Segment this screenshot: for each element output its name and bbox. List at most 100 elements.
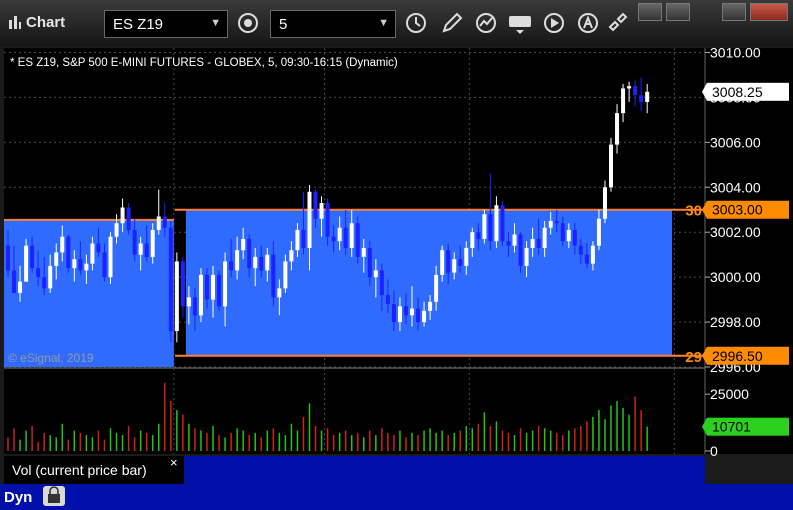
- candle-body: [331, 236, 336, 242]
- candle-body: [596, 218, 601, 246]
- candle-body: [385, 295, 390, 305]
- candle-body: [584, 254, 589, 264]
- candle-body: [621, 88, 626, 114]
- chart-area[interactable]: 3010.003008.003006.003004.003002.003000.…: [0, 46, 793, 510]
- candle-body: [96, 243, 101, 253]
- candle-body: [211, 274, 216, 300]
- play-icon[interactable]: [542, 10, 566, 36]
- candle-body: [108, 236, 113, 278]
- candle-body: [633, 86, 638, 96]
- candle-body: [156, 216, 161, 230]
- candle-body: [464, 247, 469, 266]
- candle-body: [180, 261, 185, 307]
- candle-body: [168, 227, 173, 332]
- candle-body: [440, 250, 445, 275]
- candle-body: [18, 281, 23, 293]
- candle-body: [325, 203, 330, 237]
- study-panel-strip: [184, 456, 705, 484]
- candle-body: [578, 245, 583, 255]
- candle-body: [162, 216, 167, 228]
- candle-body: [452, 259, 457, 273]
- candle-body: [367, 247, 372, 278]
- restore-icon[interactable]: [638, 3, 662, 21]
- candle-body: [554, 220, 559, 224]
- candle-body: [391, 304, 396, 323]
- bottom-bar: [0, 484, 793, 510]
- candle-body: [78, 259, 83, 271]
- candle-body: [397, 306, 402, 323]
- candle-body: [476, 232, 481, 239]
- zone-lower-tag-short: 29: [685, 349, 702, 366]
- interval-selector[interactable]: 5 ▼: [270, 10, 396, 38]
- last-price-tag-label: 3008.25: [712, 84, 763, 100]
- candle-body: [204, 274, 209, 300]
- candle-body: [289, 250, 294, 262]
- candle-body: [349, 223, 354, 248]
- candle-body: [566, 229, 571, 242]
- candle-body: [572, 229, 577, 246]
- zone-lower-tag-label: 2996.50: [712, 348, 763, 364]
- candle-body: [500, 205, 505, 242]
- link-icon[interactable]: [606, 10, 630, 36]
- candle-body: [446, 250, 451, 273]
- candle-body: [144, 243, 149, 257]
- candle-body: [361, 247, 366, 257]
- price-tick-label: 3004.00: [710, 179, 761, 195]
- candle-body: [506, 241, 511, 246]
- candle-body: [259, 256, 264, 271]
- chart-line-icon[interactable]: [474, 10, 498, 36]
- candle-body: [30, 245, 35, 269]
- candle-body: [198, 274, 203, 316]
- candle-body: [217, 274, 222, 307]
- candle-body: [403, 306, 408, 316]
- candle-body: [494, 205, 499, 242]
- candle-body: [48, 265, 53, 289]
- candle-body: [301, 229, 306, 248]
- candle-body: [295, 229, 300, 251]
- candle-body: [229, 261, 234, 271]
- candle-body: [373, 270, 378, 278]
- candle-body: [277, 288, 282, 298]
- candle-body: [512, 234, 517, 246]
- price-tick-label: 3000.00: [710, 269, 761, 285]
- candle-body: [530, 238, 535, 248]
- candle-body: [192, 297, 197, 316]
- candle-body: [542, 227, 547, 248]
- candle-body: [174, 261, 179, 332]
- alert-icon[interactable]: [576, 10, 600, 36]
- price-tick-label: 3010.00: [710, 46, 761, 60]
- candle-body: [253, 256, 258, 269]
- clock-icon[interactable]: [404, 10, 428, 36]
- volume-pane[interactable]: [4, 369, 705, 454]
- maximize-icon[interactable]: [722, 3, 746, 21]
- price-tick-label: 3006.00: [710, 134, 761, 150]
- get-data-icon[interactable]: [508, 10, 532, 36]
- candle-body: [313, 191, 318, 219]
- candle-body: [24, 245, 29, 282]
- candle-body: [120, 207, 125, 224]
- candle-body: [235, 250, 240, 271]
- chevron-down-icon: ▼: [378, 17, 389, 29]
- symbol-selector[interactable]: ES Z19 ▼: [104, 10, 228, 38]
- candle-body: [379, 270, 384, 296]
- candle-body: [609, 144, 613, 188]
- candle-body: [434, 274, 439, 302]
- candle-body: [337, 227, 342, 242]
- candle-body: [84, 263, 89, 271]
- candle-body: [536, 238, 541, 248]
- candle-body: [60, 236, 65, 253]
- minimize-icon[interactable]: [666, 3, 690, 21]
- volume-tick-label: 0: [710, 443, 718, 459]
- volume-tick-label: 25000: [710, 386, 749, 402]
- chart-app-icon: [9, 16, 21, 29]
- cycle-icon[interactable]: [236, 10, 260, 36]
- pencil-icon[interactable]: [440, 10, 464, 36]
- candle-body: [518, 234, 523, 266]
- close-icon[interactable]: [750, 3, 788, 21]
- candle-body: [223, 261, 228, 307]
- candle-body: [343, 227, 348, 248]
- close-icon[interactable]: ×: [170, 455, 178, 470]
- candle-body: [6, 245, 10, 271]
- candle-body: [12, 270, 17, 293]
- candle-body: [271, 254, 276, 298]
